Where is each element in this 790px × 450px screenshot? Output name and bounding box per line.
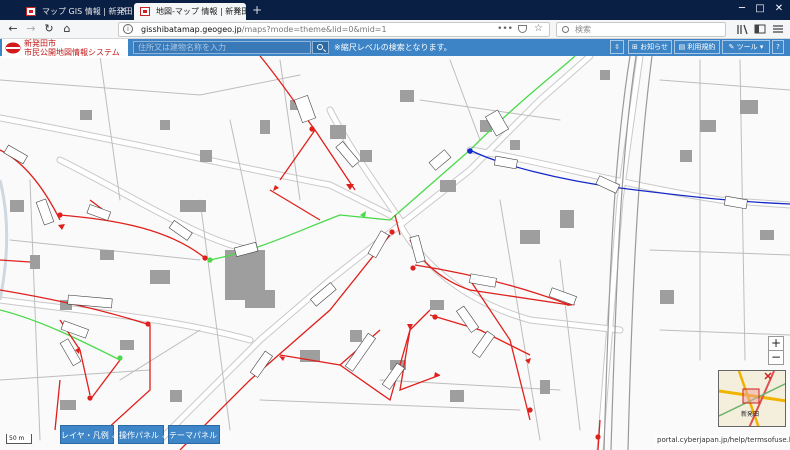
minimap-label: 新発田	[741, 411, 760, 418]
map-attribution[interactable]: portal.cyberjapan.jp/help/termsofuse.htm…	[655, 435, 790, 445]
url-text: gisshibatamap.geogeo.jp/maps?mode=theme&…	[141, 25, 387, 34]
zoom-out-button[interactable]: −	[768, 350, 784, 365]
tools-button[interactable]: ✎ ツール ▾	[722, 40, 770, 54]
page-actions-icon[interactable]: •••	[497, 23, 513, 35]
scale-bar: 50 m	[6, 434, 32, 444]
chevron-down-icon: ▾	[759, 43, 764, 51]
search-placeholder: 検索	[575, 25, 591, 34]
close-tab-icon[interactable]: ✕	[233, 3, 241, 20]
external-link-icon: ⇗	[111, 431, 119, 440]
map-canvas[interactable]: + −	[0, 56, 790, 450]
site-favicon-icon	[26, 7, 36, 16]
layer-legend-button[interactable]: レイヤ・凡例 ⇗	[60, 425, 118, 444]
search-icon	[562, 26, 569, 33]
address-search-input[interactable]	[134, 42, 310, 53]
back-icon[interactable]: ←	[6, 21, 20, 37]
search-icon	[317, 44, 323, 50]
close-tab-icon[interactable]: ✕	[119, 3, 127, 20]
logo-system-name: 市民公開地図情報システム	[24, 48, 120, 57]
home-icon[interactable]: ⌂	[60, 21, 74, 37]
url-bar[interactable]: i gisshibatamap.geogeo.jp/maps?mode=them…	[118, 22, 550, 37]
browser-tab-bar: マップ GIS 情報 | 新発田市市 ✕ 地図-マップ 情報 | 新発田市市 ✕…	[0, 0, 790, 20]
reload-icon[interactable]: ↻	[42, 21, 56, 37]
logo-city-name: 新発田市	[24, 39, 56, 48]
site-info-icon[interactable]: i	[123, 24, 133, 34]
city-emblem-icon	[5, 42, 21, 54]
terms-button[interactable]: ▤ 利用規約	[674, 40, 720, 54]
minimize-icon[interactable]: ─	[734, 2, 750, 16]
external-link-icon: ⇗	[219, 431, 227, 440]
operation-panel-button[interactable]: 操作パネル ⇗	[118, 425, 168, 444]
notice-icon: ⊞	[632, 43, 638, 51]
browser-tab-active[interactable]: 地図-マップ 情報 | 新発田市市 ✕	[134, 3, 246, 20]
help-button[interactable]: ?	[772, 40, 784, 54]
wrench-icon: ✎	[728, 43, 735, 51]
menu-icon[interactable]	[772, 23, 784, 35]
maximize-icon[interactable]: □	[752, 2, 768, 16]
expand-icon[interactable]: ⇳	[610, 40, 624, 54]
library-icon[interactable]	[736, 23, 748, 35]
map-layer[interactable]	[0, 56, 790, 450]
browser-tab[interactable]: マップ GIS 情報 | 新発田市市 ✕	[20, 3, 132, 20]
notice-button[interactable]: ⊞ お知らせ	[628, 40, 672, 54]
city-logo[interactable]: 新発田市 市民公開地図情報システム	[2, 39, 128, 58]
zoom-in-button[interactable]: +	[768, 336, 784, 351]
close-window-icon[interactable]: ✕	[771, 2, 787, 16]
browser-search-field[interactable]: 検索	[556, 22, 726, 37]
forward-icon[interactable]: →	[24, 21, 38, 37]
sidebar-icon[interactable]	[754, 23, 766, 35]
bookmark-star-icon[interactable]: ☆	[534, 23, 543, 35]
pocket-icon[interactable]	[518, 25, 527, 33]
address-search-button[interactable]	[312, 41, 329, 54]
address-search-field[interactable]	[133, 41, 311, 54]
new-tab-icon[interactable]: +	[252, 3, 262, 18]
minimap-graphic	[719, 371, 785, 426]
site-favicon-icon	[140, 7, 150, 16]
browser-nav-bar: ← → ↻ ⌂ i gisshibatamap.geogeo.jp/maps?m…	[0, 20, 790, 39]
zoom-level-hint: ※縮尺レベルの検索となります。	[334, 43, 452, 52]
document-icon: ▤	[678, 43, 686, 51]
overview-minimap[interactable]: 新発田	[718, 370, 786, 427]
theme-panel-button[interactable]: テーマパネル ⇗	[168, 425, 226, 444]
